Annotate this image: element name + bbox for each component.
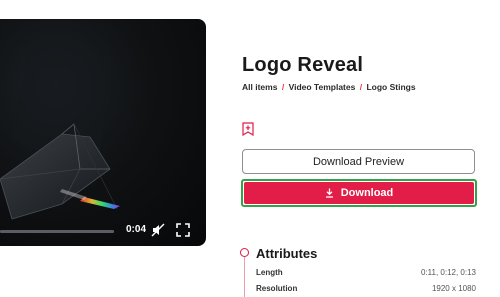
attribute-row-resolution: Resolution 1920 x 1080 xyxy=(256,284,476,293)
breadcrumb: All items / Video Templates / Logo Sting… xyxy=(242,82,416,92)
download-button[interactable]: Download xyxy=(244,182,474,204)
attribute-value: 0:11, 0:12, 0:13 xyxy=(420,268,476,277)
breadcrumb-all-items[interactable]: All items xyxy=(242,82,277,92)
download-button-focus-ring: Download xyxy=(241,179,477,207)
attributes-heading: Attributes xyxy=(256,246,318,261)
attribute-key: Resolution xyxy=(256,284,298,293)
bookmark-add-icon[interactable] xyxy=(242,122,254,136)
attribute-row-length: Length 0:11, 0:12, 0:13 xyxy=(256,268,476,277)
progress-fill xyxy=(0,230,114,233)
mute-icon[interactable] xyxy=(151,223,165,237)
attribute-key: Length xyxy=(256,268,283,277)
fullscreen-icon[interactable] xyxy=(176,223,190,237)
player-controls: 0:04 xyxy=(0,218,206,246)
item-title: Logo Reveal xyxy=(242,54,364,76)
timeline-line xyxy=(244,254,245,297)
playback-time: 0:04 xyxy=(126,224,147,235)
timeline-dot xyxy=(240,248,249,257)
video-player[interactable]: 0:04 xyxy=(0,19,206,246)
video-frame xyxy=(0,29,120,220)
breadcrumb-separator: / xyxy=(281,82,285,92)
breadcrumb-video-templates[interactable]: Video Templates xyxy=(289,82,356,92)
progress-bar[interactable] xyxy=(0,230,114,233)
breadcrumb-separator: / xyxy=(359,82,363,92)
attribute-value: 1920 x 1080 xyxy=(431,284,476,293)
breadcrumb-logo-stings[interactable]: Logo Stings xyxy=(366,82,415,92)
download-button-label: Download xyxy=(340,187,394,199)
download-icon xyxy=(325,188,333,198)
download-preview-button[interactable]: Download Preview xyxy=(242,149,475,174)
